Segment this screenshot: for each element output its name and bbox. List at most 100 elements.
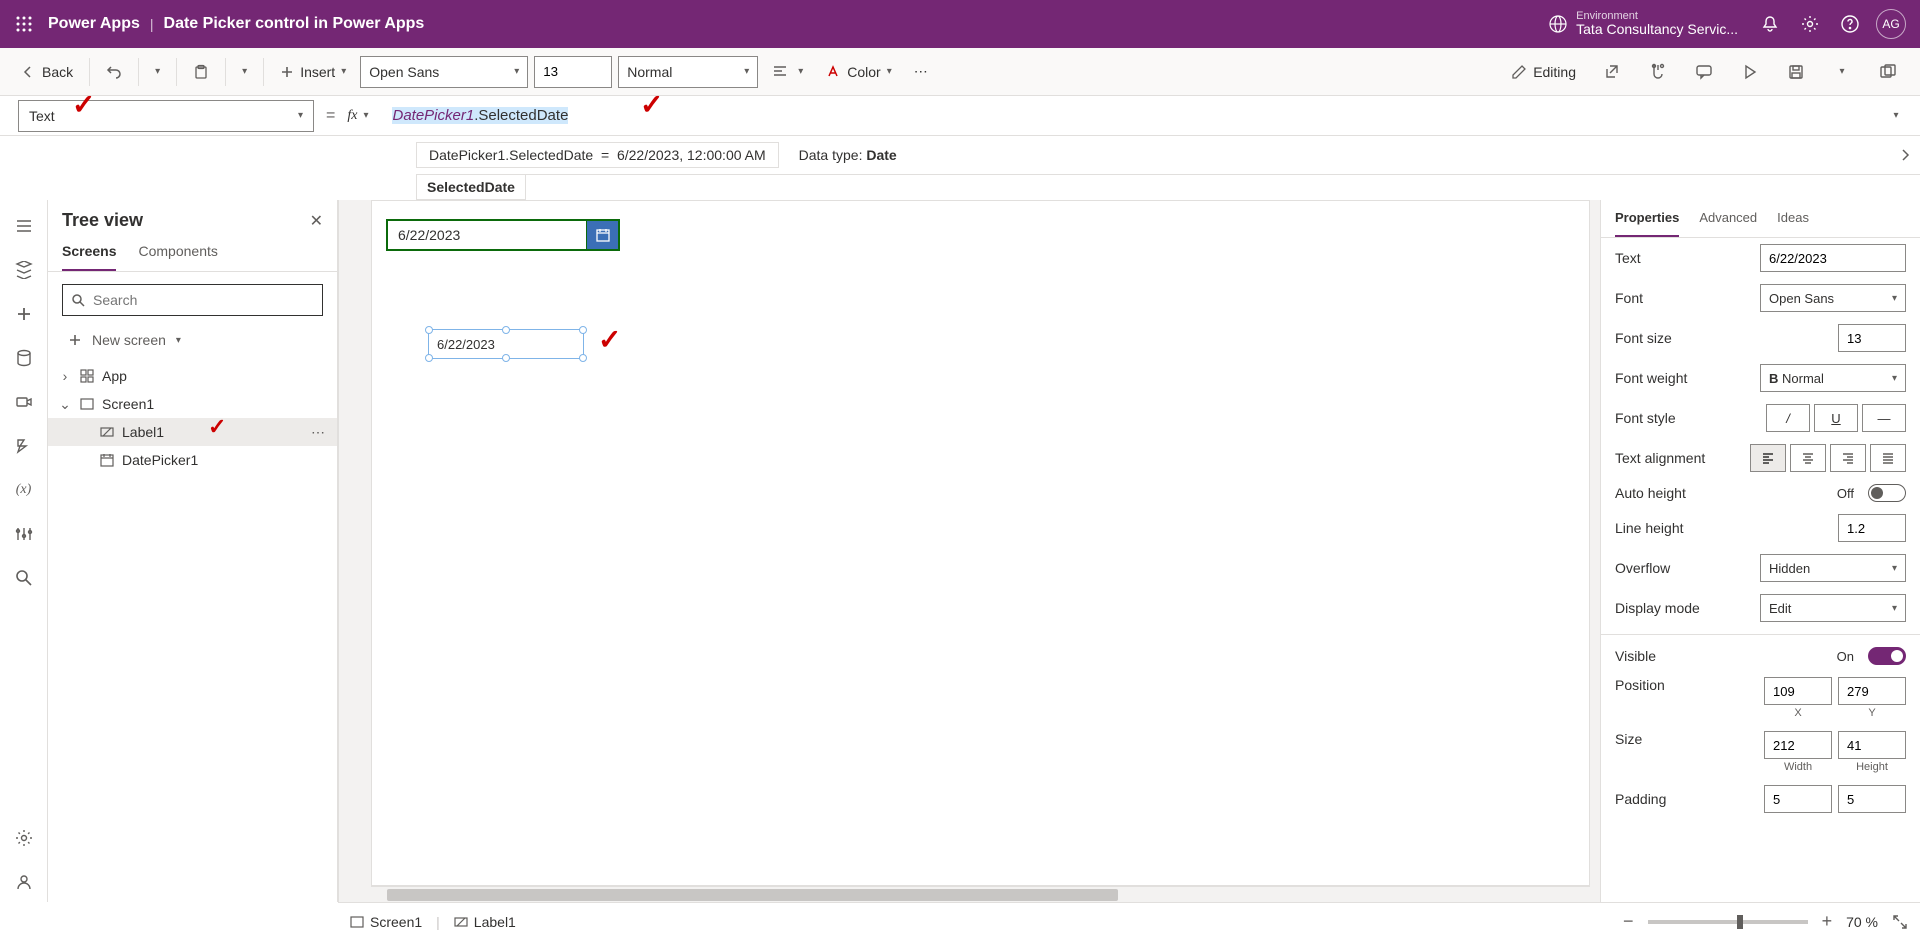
font-weight-selector[interactable]: Normal▾ <box>618 56 758 88</box>
tab-ideas[interactable]: Ideas <box>1777 200 1809 237</box>
color-button[interactable]: Color ▾ <box>817 60 900 84</box>
tree-search[interactable] <box>62 284 323 316</box>
tree-item-label: App <box>102 368 127 384</box>
app-launcher-button[interactable] <box>8 8 40 40</box>
prop-text-input[interactable] <box>1760 244 1906 272</box>
horizontal-scrollbar[interactable] <box>371 886 1590 902</box>
breadcrumb-label1[interactable]: Label1 <box>454 914 516 930</box>
autoheight-toggle[interactable] <box>1868 484 1906 502</box>
paste-menu[interactable]: ▾ <box>234 62 255 81</box>
align-right-button[interactable] <box>1830 444 1866 472</box>
italic-button[interactable]: / <box>1766 404 1810 432</box>
align-left-button[interactable] <box>1750 444 1786 472</box>
formula-expand-button[interactable]: ▾ <box>1876 96 1916 136</box>
tree-item-label1[interactable]: Label1 ✓ ⋯ <box>48 418 337 446</box>
strikethrough-button[interactable]: — <box>1862 404 1906 432</box>
formula-input[interactable]: DatePicker1.SelectedDate <box>386 105 1920 127</box>
data-button[interactable] <box>4 338 44 378</box>
prop-padding-b-input[interactable] <box>1838 785 1906 813</box>
insert-rail-button[interactable] <box>4 294 44 334</box>
tree-view-close-button[interactable]: ✕ <box>310 211 323 231</box>
prop-position-x-input[interactable] <box>1764 677 1832 705</box>
calendar-icon[interactable] <box>586 221 618 249</box>
tree-item-app[interactable]: › App <box>48 362 337 390</box>
hamburger-button[interactable] <box>4 206 44 246</box>
breadcrumb-screen1[interactable]: Screen1 <box>350 914 422 930</box>
publish-button[interactable] <box>1868 52 1908 92</box>
datepicker-control[interactable]: 6/22/2023 <box>386 219 620 251</box>
undo-button[interactable] <box>98 60 130 84</box>
back-button[interactable]: Back <box>12 60 81 84</box>
font-selector[interactable]: Open Sans▾ <box>360 56 528 88</box>
tree-item-more-button[interactable]: ⋯ <box>311 424 325 441</box>
tab-advanced[interactable]: Advanced <box>1699 200 1757 237</box>
prop-lineheight-input[interactable] <box>1838 514 1906 542</box>
new-screen-button[interactable]: New screen ▾ <box>62 328 323 352</box>
align-justify-button[interactable] <box>1870 444 1906 472</box>
user-avatar[interactable]: AG <box>1876 9 1906 39</box>
prop-fontsize-input[interactable] <box>1838 324 1906 352</box>
insert-button[interactable]: Insert ▾ <box>272 60 354 84</box>
prop-size-h-input[interactable] <box>1838 731 1906 759</box>
zoom-slider[interactable] <box>1648 920 1808 924</box>
fit-to-window-button[interactable] <box>1892 914 1908 930</box>
comments-button[interactable] <box>1684 52 1724 92</box>
tree-search-input[interactable] <box>93 292 314 308</box>
font-size-input[interactable] <box>534 56 612 88</box>
app-name[interactable]: Power Apps <box>48 15 140 33</box>
tools-button[interactable] <box>4 514 44 554</box>
label-control[interactable]: 6/22/2023 <box>428 329 584 359</box>
zoom-out-button[interactable]: − <box>1623 911 1634 932</box>
paste-button[interactable] <box>185 60 217 84</box>
undo-menu[interactable]: ▾ <box>147 62 168 81</box>
power-automate-button[interactable] <box>4 426 44 466</box>
app-checker-button[interactable] <box>1638 52 1678 92</box>
tree-view-button[interactable] <box>4 250 44 290</box>
back-label: Back <box>42 64 73 80</box>
environment-selector[interactable]: Environment Tata Consultancy Servic... <box>1548 10 1738 37</box>
save-button[interactable] <box>1776 52 1816 92</box>
tab-screens[interactable]: Screens <box>62 237 116 271</box>
prop-position-y-input[interactable] <box>1838 677 1906 705</box>
variables-button[interactable]: (x) <box>4 470 44 510</box>
align-center-button[interactable] <box>1790 444 1826 472</box>
fx-button[interactable]: fx ▾ <box>347 108 368 124</box>
prop-displaymode-select[interactable]: Edit▾ <box>1760 594 1906 622</box>
tab-components[interactable]: Components <box>138 237 217 271</box>
environment-name: Tata Consultancy Servic... <box>1576 22 1738 37</box>
search-rail-button[interactable] <box>4 558 44 598</box>
tree-item-datepicker1[interactable]: DatePicker1 <box>48 446 337 474</box>
property-selector[interactable]: Text ▾ <box>18 100 314 132</box>
settings-button[interactable] <box>1790 0 1830 48</box>
zoom-in-button[interactable]: + <box>1822 911 1833 932</box>
tab-properties[interactable]: Properties <box>1615 200 1679 237</box>
prop-autoheight-label: Auto height <box>1615 485 1829 501</box>
help-button[interactable] <box>1830 0 1870 48</box>
prop-fontweight-select[interactable]: B Normal▾ <box>1760 364 1906 392</box>
align-button[interactable]: ▾ <box>764 60 811 84</box>
preview-button[interactable] <box>1730 52 1770 92</box>
undo-icon <box>106 64 122 80</box>
virtual-agent-button[interactable] <box>4 862 44 902</box>
result-next-button[interactable] <box>1898 148 1912 162</box>
prop-overflow-select[interactable]: Hidden▾ <box>1760 554 1906 582</box>
media-button[interactable] <box>4 382 44 422</box>
canvas-surface[interactable]: 6/22/2023 6/22/2023 ✓ <box>371 200 1590 886</box>
share-button[interactable] <box>1592 52 1632 92</box>
prop-size-label: Size <box>1615 731 1756 747</box>
prop-size-w-input[interactable] <box>1764 731 1832 759</box>
settings-rail-button[interactable] <box>4 818 44 858</box>
editing-mode-button[interactable]: Editing <box>1501 58 1586 86</box>
editing-label: Editing <box>1533 64 1576 80</box>
save-menu[interactable]: ▾ <box>1822 52 1862 92</box>
tree-item-label: Screen1 <box>102 396 154 412</box>
tree-item-screen1[interactable]: ⌄ Screen1 <box>48 390 337 418</box>
screen-icon <box>78 395 96 413</box>
notifications-button[interactable] <box>1750 0 1790 48</box>
prop-font-select[interactable]: Open Sans▾ <box>1760 284 1906 312</box>
more-button[interactable]: ⋯ <box>906 59 936 84</box>
prop-padding-t-input[interactable] <box>1764 785 1832 813</box>
visible-toggle[interactable] <box>1868 647 1906 665</box>
underline-button[interactable]: U <box>1814 404 1858 432</box>
breadcrumb-bar: Screen1 | Label1 − + 70 % <box>338 902 1920 940</box>
